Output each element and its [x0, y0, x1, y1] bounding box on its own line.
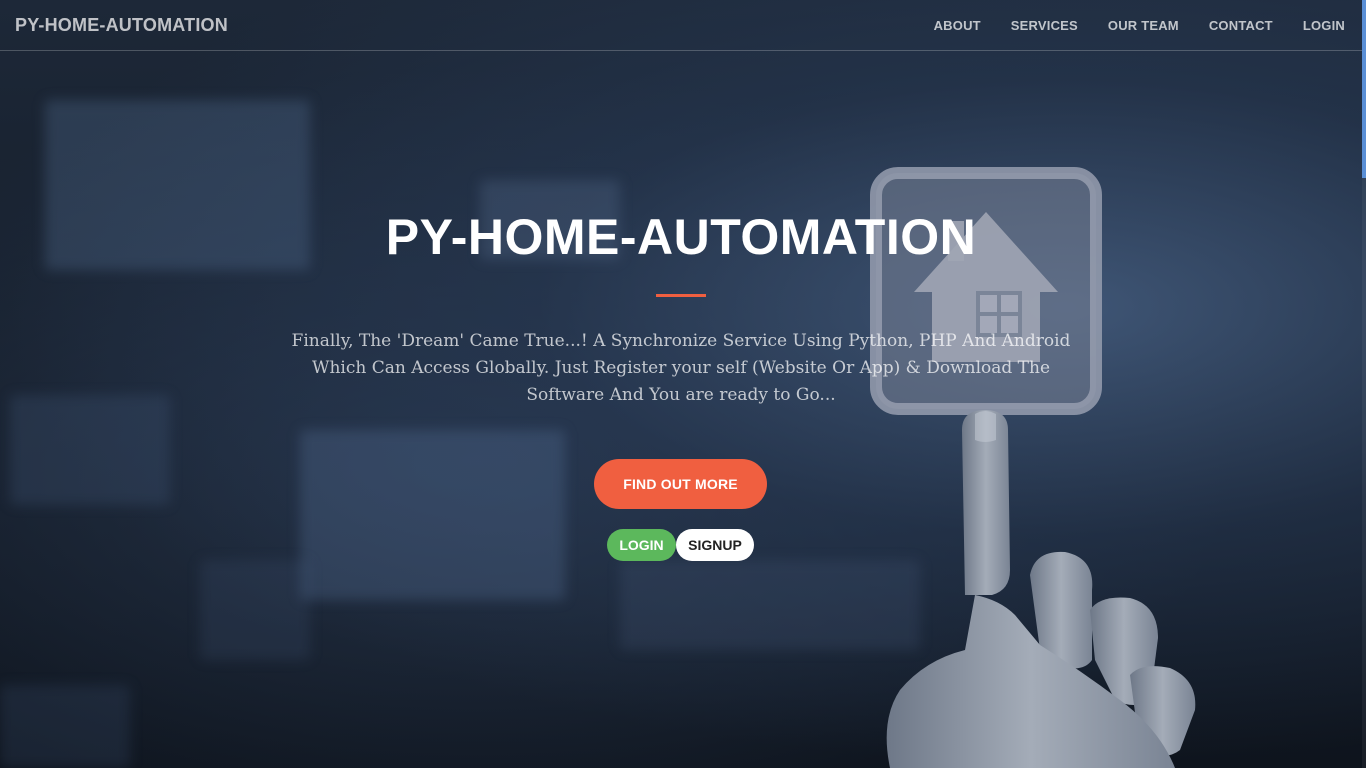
hero-title: PY-HOME-AUTOMATION	[385, 209, 977, 265]
scrollbar[interactable]	[1362, 0, 1366, 768]
page: PY-HOME-AUTOMATION Finally, The 'Dream' …	[0, 0, 1366, 768]
hero-description: Finally, The 'Dream' Came True...! A Syn…	[291, 331, 1071, 405]
scrollbar-thumb[interactable]	[1362, 0, 1366, 178]
nav-link-contact[interactable]: CONTACT	[1194, 18, 1288, 33]
title-divider	[656, 294, 706, 297]
nav-link-services[interactable]: SERVICES	[996, 18, 1093, 33]
signup-button[interactable]: SIGNUP	[676, 529, 754, 561]
find-out-more-button[interactable]: FIND OUT MORE	[594, 459, 767, 509]
login-button[interactable]: LOGIN	[607, 529, 676, 561]
navbar: PY-HOME-AUTOMATION ABOUT SERVICES OUR TE…	[0, 0, 1366, 51]
hero-section: PY-HOME-AUTOMATION Finally, The 'Dream' …	[0, 0, 1366, 768]
brand-link[interactable]: PY-HOME-AUTOMATION	[15, 15, 228, 36]
nav-links: ABOUT SERVICES OUR TEAM CONTACT LOGIN	[919, 0, 1366, 51]
nav-link-login[interactable]: LOGIN	[1288, 18, 1366, 33]
nav-link-our-team[interactable]: OUR TEAM	[1093, 18, 1194, 33]
nav-link-about[interactable]: ABOUT	[919, 18, 996, 33]
